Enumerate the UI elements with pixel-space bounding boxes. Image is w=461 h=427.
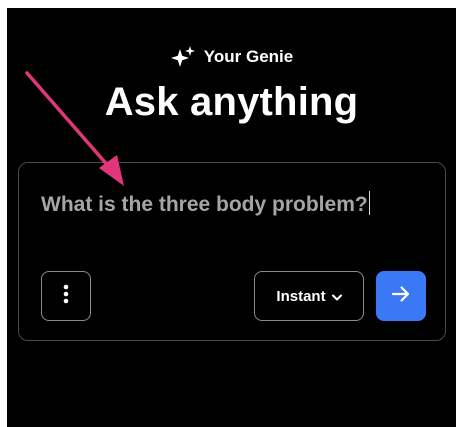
app-window: Your Genie Ask anything What is the thre…: [7, 8, 456, 427]
prompt-card: What is the three body problem? Instant: [18, 162, 446, 341]
vertical-dots-icon: [63, 284, 69, 309]
prompt-input[interactable]: What is the three body problem?: [41, 191, 401, 221]
brand: Your Genie: [7, 46, 456, 68]
mode-select[interactable]: Instant: [254, 271, 364, 321]
text-cursor: [368, 191, 370, 215]
prompt-text: What is the three body problem?: [41, 193, 368, 216]
chevron-down-icon: [331, 288, 342, 305]
brand-name: Your Genie: [203, 47, 294, 66]
arrow-right-icon: [391, 285, 411, 308]
sparkles-icon: [170, 46, 196, 68]
send-button[interactable]: [376, 271, 426, 321]
more-options-button[interactable]: [41, 271, 91, 321]
mode-label: Instant: [276, 287, 326, 305]
page-title: Ask anything: [104, 80, 359, 124]
